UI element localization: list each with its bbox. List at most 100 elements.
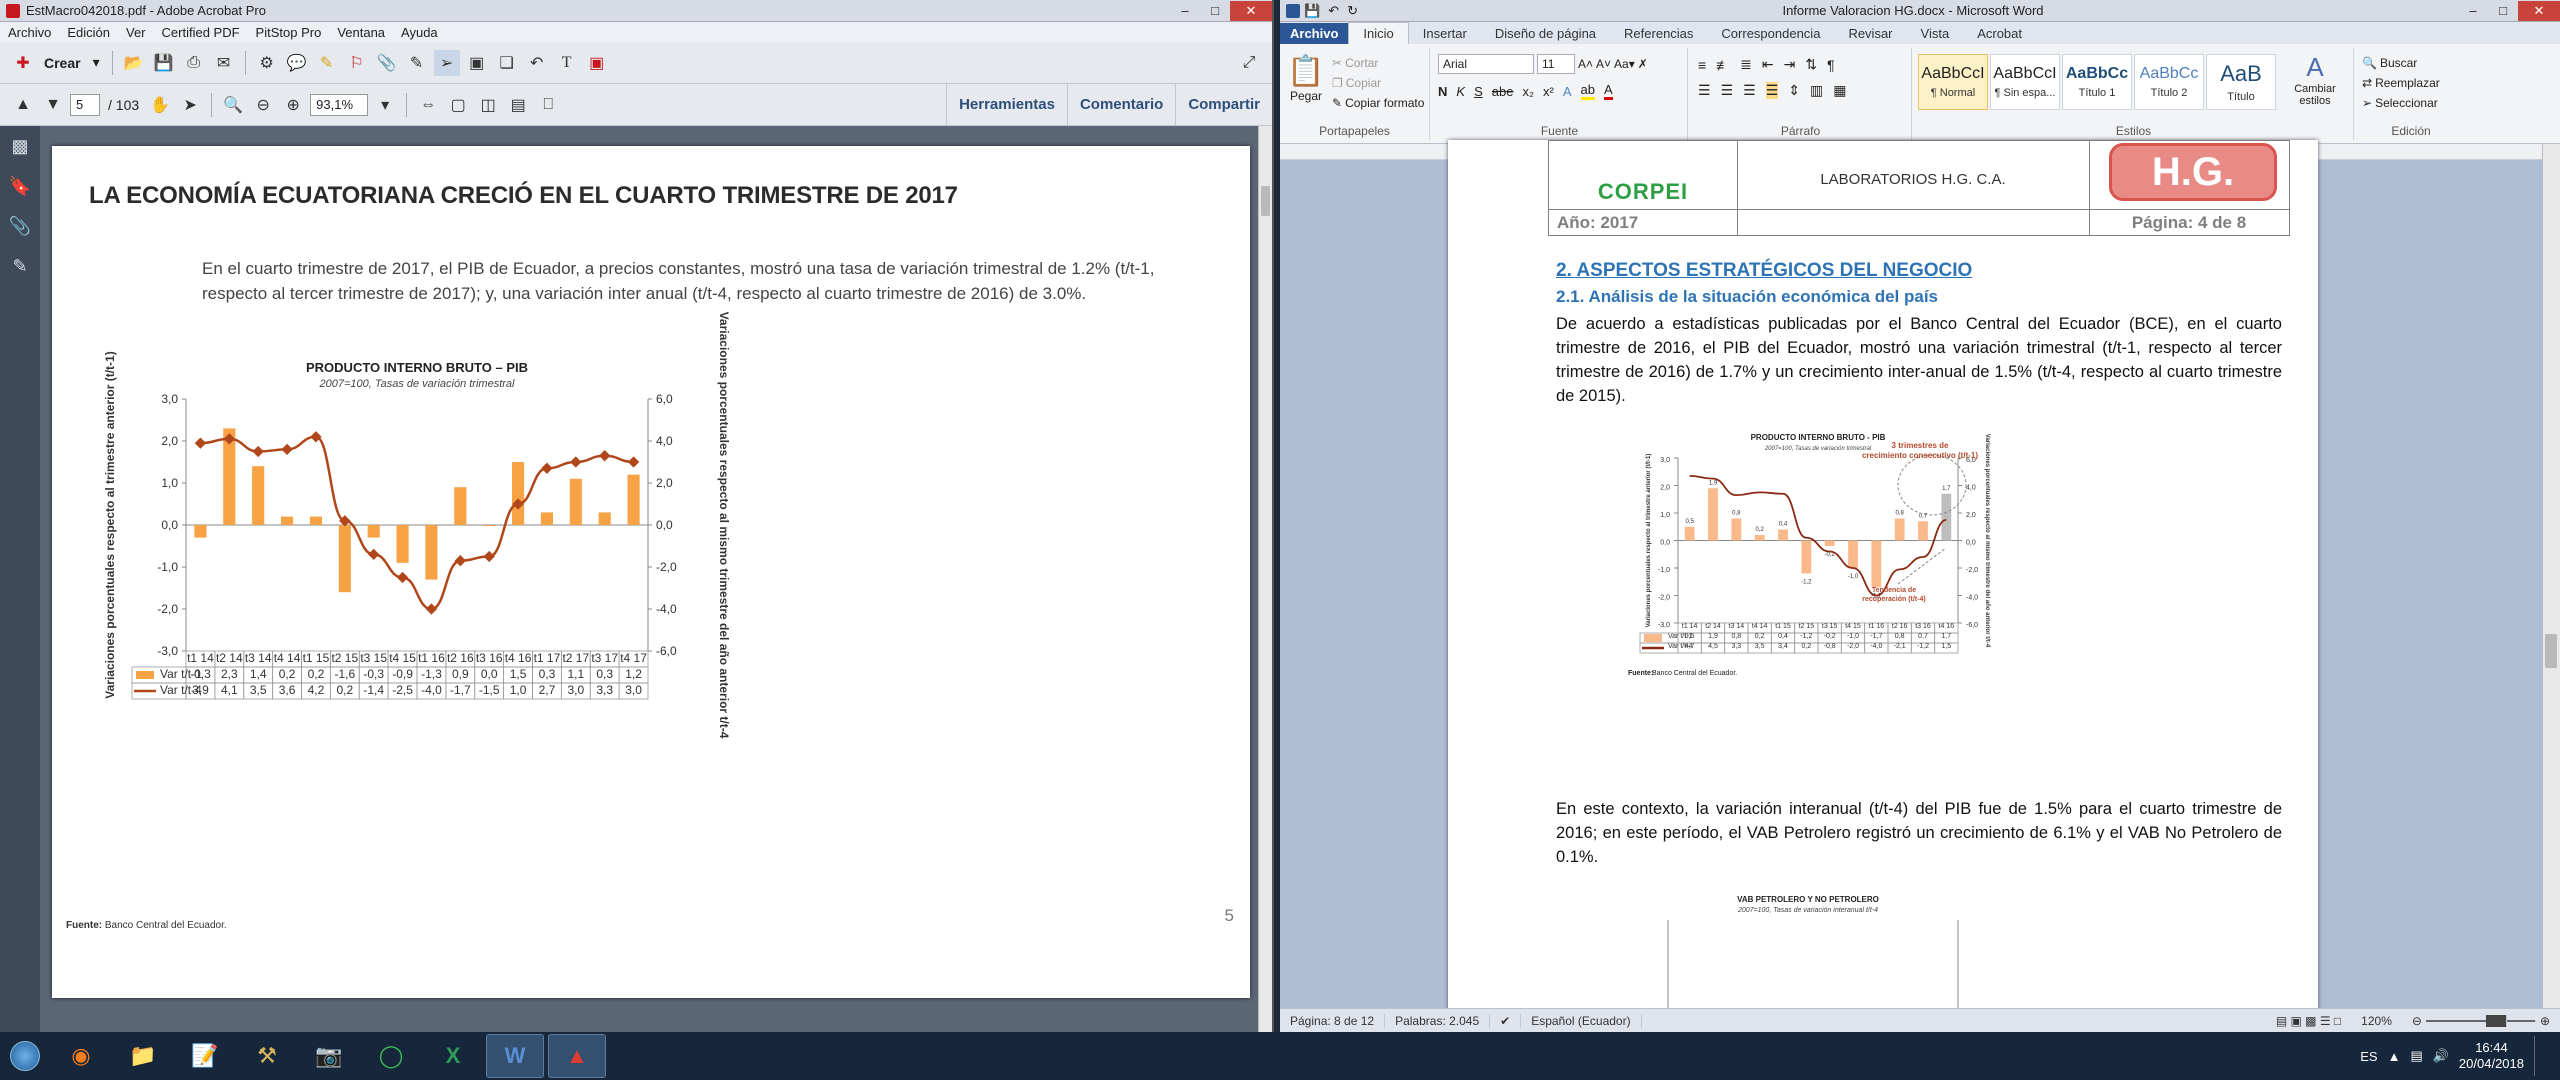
align-left-icon[interactable]: ☰	[1698, 82, 1711, 99]
pages-icon[interactable]: ▩	[0, 126, 40, 166]
search-button[interactable]: 🔍 Buscar	[2362, 56, 2417, 70]
attachment-icon[interactable]: 📎	[0, 206, 40, 246]
text-effects-icon[interactable]: A	[1563, 84, 1572, 99]
scroll-thumb[interactable]	[1261, 186, 1270, 216]
zoom-out-icon[interactable]: ⊖	[250, 92, 276, 118]
zoom-thumb[interactable]	[2485, 1014, 2507, 1027]
two-page-icon[interactable]: ◫	[475, 92, 501, 118]
camera-icon[interactable]: 📷	[300, 1034, 358, 1078]
excel-icon[interactable]: X	[424, 1034, 482, 1078]
justify-icon[interactable]: ☰	[1765, 82, 1779, 99]
create-button[interactable]: Crear	[40, 55, 85, 71]
network-icon[interactable]: ▤	[2410, 1048, 2422, 1064]
pointer-icon[interactable]: ➤	[177, 92, 203, 118]
bookmark-icon[interactable]: 🔖	[0, 166, 40, 206]
superscript-icon[interactable]: x²	[1543, 84, 1554, 99]
tab-referencias[interactable]: Referencias	[1610, 23, 1707, 44]
word-taskbar-icon[interactable]: W	[486, 1034, 544, 1078]
maximize-button[interactable]: □	[2488, 1, 2518, 21]
align-center-icon[interactable]: ☰	[1721, 82, 1734, 99]
expand-icon[interactable]: ⤢	[1236, 50, 1262, 76]
view-layout-icon[interactable]: ▤ ▣ ▩ ☰ □	[2266, 1014, 2351, 1028]
change-case-icon[interactable]: Aa▾	[1614, 57, 1635, 71]
clear-format-icon[interactable]: ✗	[1638, 57, 1648, 71]
underline-icon[interactable]: S	[1474, 84, 1483, 99]
font-name-select[interactable]: Arial	[1438, 54, 1534, 74]
document-canvas[interactable]: CORPEI LABORATORIOS H.G. C.A. H.G. Año: …	[1280, 140, 2542, 1032]
shading-icon[interactable]: ▥	[1810, 82, 1823, 99]
subscript-icon[interactable]: x₂	[1522, 84, 1534, 99]
signature-icon[interactable]: ✎	[0, 246, 40, 286]
undo-icon[interactable]: ↶	[524, 50, 550, 76]
zoom-slider[interactable]: ⊖ ⊕	[2402, 1014, 2560, 1028]
stamp-icon[interactable]: ⚐	[344, 50, 370, 76]
minimize-button[interactable]: –	[1170, 1, 1200, 21]
tray-expand-icon[interactable]: ▲	[2388, 1049, 2401, 1064]
menu-certified-pdf[interactable]: Certified PDF	[154, 25, 248, 40]
increase-indent-icon[interactable]: ⇥	[1784, 56, 1796, 73]
crop-icon[interactable]: ❏	[494, 50, 520, 76]
acrobat-scrollbar[interactable]	[1258, 126, 1272, 1032]
tab-correspondencia[interactable]: Correspondencia	[1707, 23, 1834, 44]
status-words[interactable]: Palabras: 2.045	[1385, 1013, 1491, 1028]
tab-revisar[interactable]: Revisar	[1834, 23, 1906, 44]
tab-inicio[interactable]: Inicio	[1348, 22, 1409, 44]
tools-icon[interactable]: ⚒	[238, 1034, 296, 1078]
open-folder-icon[interactable]: 📂	[121, 50, 147, 76]
scroll-thumb[interactable]	[2545, 634, 2557, 668]
firefox-icon[interactable]: ◉	[52, 1034, 110, 1078]
comment-pane-link[interactable]: Comentario	[1066, 84, 1175, 125]
menu-ayuda[interactable]: Ayuda	[393, 25, 446, 40]
menu-ver[interactable]: Ver	[118, 25, 154, 40]
pilcrow-icon[interactable]: ¶	[1827, 57, 1835, 73]
decrease-indent-icon[interactable]: ⇤	[1762, 56, 1774, 73]
style-title[interactable]: AaB Título	[2206, 54, 2276, 110]
text-tool-icon[interactable]: T	[554, 50, 580, 76]
close-button[interactable]: ✕	[1230, 0, 1272, 21]
scroll-mode-icon[interactable]: ▤	[505, 92, 531, 118]
show-desktop-button[interactable]	[2534, 1036, 2544, 1076]
page-number-input[interactable]: 5	[70, 93, 100, 116]
strike-icon[interactable]: abe	[1492, 84, 1514, 99]
file-explorer-icon[interactable]: 📁	[114, 1034, 172, 1078]
zoom-input[interactable]: 93,1%	[310, 93, 369, 116]
acrobat-taskbar-icon[interactable]: ▲	[548, 1034, 606, 1078]
style-no-spacing[interactable]: AaBbCcI ¶ Sin espa...	[1990, 54, 2060, 110]
paste-button[interactable]: 📋 Pegar	[1286, 54, 1326, 103]
save-icon[interactable]: 💾	[151, 50, 177, 76]
redo-icon[interactable]: ↻	[1343, 3, 1362, 19]
align-right-icon[interactable]: ☰	[1743, 82, 1756, 99]
tab-vista[interactable]: Vista	[1907, 23, 1964, 44]
borders-icon[interactable]: ▦	[1833, 82, 1846, 99]
volume-icon[interactable]: 🔊	[2433, 1048, 2449, 1064]
page-up-icon[interactable]: ▲	[10, 92, 36, 118]
minimize-button[interactable]: –	[2458, 1, 2488, 21]
numbering-icon[interactable]: ≢	[1716, 57, 1730, 73]
create-icon[interactable]: ✚	[10, 50, 36, 76]
maximize-button[interactable]: □	[1200, 1, 1230, 21]
style-normal[interactable]: AaBbCcI ¶ Normal	[1918, 54, 1988, 110]
select-button[interactable]: ➢ Seleccionar	[2362, 96, 2438, 110]
cut-button[interactable]: ✂ Cortar	[1332, 56, 1378, 70]
font-size-select[interactable]: 11	[1537, 54, 1575, 74]
italic-icon[interactable]: K	[1456, 84, 1465, 99]
read-mode-icon[interactable]: ⎕	[535, 92, 561, 118]
attach-icon[interactable]: 📎	[374, 50, 400, 76]
multilevel-icon[interactable]: ≣	[1740, 56, 1752, 73]
tab-acrobat[interactable]: Acrobat	[1963, 23, 2036, 44]
redact-icon[interactable]: ▣	[584, 50, 610, 76]
grow-font-icon[interactable]: A˄	[1578, 57, 1593, 71]
comment-icon[interactable]: 💬	[284, 50, 310, 76]
clock[interactable]: 16:44 20/04/2018	[2459, 1040, 2524, 1072]
bullets-icon[interactable]: ≡	[1698, 57, 1706, 73]
menu-ventana[interactable]: Ventana	[329, 25, 393, 40]
zoom-in-icon[interactable]: ⊕	[280, 92, 306, 118]
menu-archivo[interactable]: Archivo	[0, 25, 59, 40]
style-heading-2[interactable]: AaBbCc Título 2	[2134, 54, 2204, 110]
font-color-icon[interactable]: A	[1603, 82, 1613, 100]
chrome-icon[interactable]: ◯	[362, 1034, 420, 1078]
bold-icon[interactable]: N	[1438, 84, 1447, 99]
status-page[interactable]: Página: 8 de 12	[1280, 1013, 1386, 1028]
share-pane-link[interactable]: Compartir	[1175, 84, 1272, 125]
tools-pane-link[interactable]: Herramientas	[946, 84, 1067, 125]
